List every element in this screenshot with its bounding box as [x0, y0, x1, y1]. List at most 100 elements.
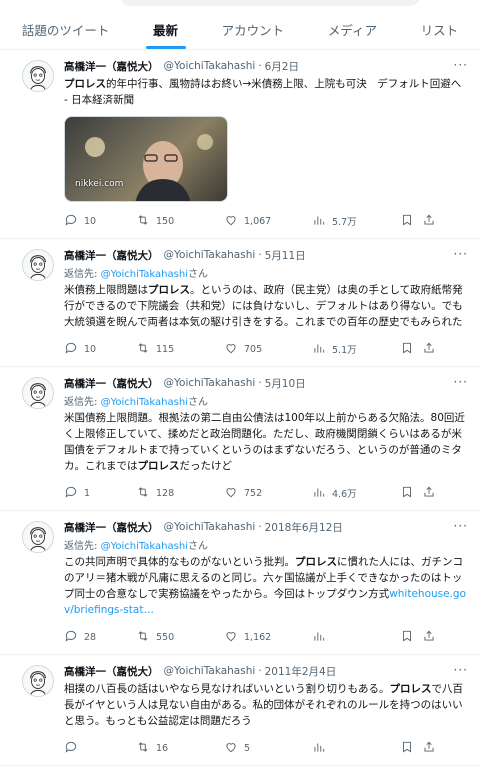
media-card[interactable]: nikkei.com [64, 116, 228, 202]
views-button[interactable] [312, 740, 400, 757]
tab-lists[interactable]: リスト [399, 10, 480, 49]
reply-button[interactable]: 1 [64, 485, 136, 502]
analytics-icon [312, 629, 332, 646]
share-button[interactable] [422, 740, 438, 757]
author-handle[interactable]: @YoichiTakahashi [164, 60, 256, 72]
tweet-header: 高橋洋一（嘉悦大） @YoichiTakahashi · 5月10日 [64, 375, 466, 391]
share-button[interactable] [422, 213, 438, 230]
like-button[interactable]: 1,067 [224, 213, 312, 230]
tweet-header: 高橋洋一（嘉悦大） @YoichiTakahashi · 5月11日 [64, 247, 466, 263]
author-name[interactable]: 高橋洋一（嘉悦大） [64, 248, 159, 263]
bookmark-button[interactable] [400, 213, 422, 230]
like-count: 1,162 [244, 631, 272, 643]
avatar[interactable] [22, 521, 54, 553]
tab-accounts[interactable]: アカウント [200, 10, 306, 49]
tweet[interactable]: ··· 高橋洋一（嘉悦大） @YoichiTakahashi · 5月11日 返信先: @… [0, 239, 480, 367]
retweet-button[interactable]: 550 [136, 629, 224, 646]
avatar[interactable] [22, 665, 54, 697]
retweet-count: 550 [156, 631, 175, 643]
avatar[interactable] [22, 377, 54, 409]
more-options-icon[interactable]: ··· [454, 247, 468, 261]
more-options-icon[interactable]: ··· [454, 519, 468, 533]
retweet-button[interactable]: 115 [136, 341, 224, 358]
reply-to-link[interactable]: @YoichiTakahashi [101, 269, 188, 280]
search-tabs: 話題のツイート 最新 アカウント メディア リスト [0, 10, 480, 50]
analytics-icon [312, 341, 332, 358]
views-button[interactable]: 4.6万 [312, 485, 400, 502]
like-button[interactable]: 752 [224, 485, 312, 502]
tweet[interactable]: ··· 高橋洋一（嘉悦大） @YoichiTakahashi · 6月2日プロレス的年中… [0, 50, 480, 239]
news-photo [85, 134, 213, 201]
analytics-icon [312, 740, 332, 757]
author-name[interactable]: 高橋洋一（嘉悦大） [64, 59, 159, 74]
tab-top[interactable]: 話題のツイート [0, 10, 131, 49]
tab-latest[interactable]: 最新 [131, 10, 200, 49]
share-button[interactable] [422, 341, 438, 358]
tweet[interactable]: ··· 高橋洋一（嘉悦大） @YoichiTakahashi · 5月10日 返信先: @… [0, 367, 480, 511]
retweet-icon [136, 341, 156, 358]
like-button[interactable]: 1,162 [224, 629, 312, 646]
author-handle[interactable]: @YoichiTakahashi [164, 377, 256, 389]
heart-icon [224, 341, 244, 358]
reply-icon [64, 213, 84, 230]
share-button[interactable] [422, 485, 438, 502]
retweet-icon [136, 740, 156, 757]
analytics-icon [312, 485, 332, 502]
retweet-button[interactable]: 150 [136, 213, 224, 230]
like-button[interactable]: 705 [224, 341, 312, 358]
author-name[interactable]: 高橋洋一（嘉悦大） [64, 520, 159, 535]
separator-dot: · [258, 60, 262, 72]
heart-icon [224, 629, 244, 646]
author-handle[interactable]: @YoichiTakahashi [164, 665, 256, 677]
author-handle[interactable]: @YoichiTakahashi [164, 521, 256, 533]
retweet-button[interactable]: 128 [136, 485, 224, 502]
bookmark-button[interactable] [400, 485, 422, 502]
share-button[interactable] [422, 629, 438, 646]
bookmark-button[interactable] [400, 629, 422, 646]
reply-to-link[interactable]: @YoichiTakahashi [101, 397, 188, 408]
more-options-icon[interactable]: ··· [454, 663, 468, 677]
more-options-icon[interactable]: ··· [454, 375, 468, 389]
reply-button[interactable]: 10 [64, 341, 136, 358]
tweet-text-pre: 米国債務上限問題。根拠法の第二自由公債法は100年以上前からある欠陥法。80回近… [64, 412, 465, 472]
like-button[interactable]: 5 [224, 740, 312, 757]
tweet[interactable]: ··· 高橋洋一（嘉悦大） @YoichiTakahashi · 2011年2月4日 相撲… [0, 655, 480, 766]
author-name[interactable]: 高橋洋一（嘉悦大） [64, 376, 159, 391]
views-button[interactable]: 5.7万 [312, 213, 400, 230]
search-pill[interactable] [120, 0, 420, 6]
reply-to-link[interactable]: @YoichiTakahashi [101, 541, 188, 552]
tweet-date[interactable]: 2011年2月4日 [265, 664, 337, 679]
tweet[interactable]: ··· 高橋洋一（嘉悦大） @YoichiTakahashi · 2018年6月12日返… [0, 511, 480, 655]
bookmark-button[interactable] [400, 740, 422, 757]
retweet-count: 128 [156, 487, 175, 499]
retweet-button[interactable]: 16 [136, 740, 224, 757]
separator-dot: · [258, 521, 262, 533]
reply-icon [64, 740, 84, 757]
avatar[interactable] [22, 60, 54, 92]
tweet-actions: 10 115 705 5.1万 [64, 332, 466, 366]
author-name[interactable]: 高橋洋一（嘉悦大） [64, 664, 159, 679]
tweet-date[interactable]: 6月2日 [265, 59, 299, 74]
reply-button[interactable]: 28 [64, 629, 136, 646]
author-handle[interactable]: @YoichiTakahashi [164, 249, 256, 261]
reply-context: 返信先: @YoichiTakahashiさん [64, 393, 466, 408]
avatar[interactable] [22, 249, 54, 281]
views-button[interactable]: 5.1万 [312, 341, 400, 358]
like-count: 5 [244, 742, 251, 754]
bookmark-icon [400, 213, 420, 230]
reply-button[interactable] [64, 740, 136, 757]
tweet-text-post: 的年中行事、風物詩はお終い→米債務上限、上院も可決 デフォルト回避へ - 日本経… [64, 78, 462, 106]
views-button[interactable] [312, 629, 400, 646]
reply-prefix: 返信先: [64, 541, 101, 552]
view-count: 5.7万 [332, 217, 357, 228]
bookmark-button[interactable] [400, 341, 422, 358]
reply-button[interactable]: 10 [64, 213, 136, 230]
tweet-date[interactable]: 5月11日 [265, 248, 306, 263]
view-count: 5.1万 [332, 345, 357, 356]
tweet-date[interactable]: 5月10日 [265, 376, 306, 391]
tweet-date[interactable]: 2018年6月12日 [265, 520, 343, 535]
more-options-icon[interactable]: ··· [454, 58, 468, 72]
view-count: 4.6万 [332, 489, 357, 500]
search-highlight: プロレス [64, 78, 106, 90]
tab-media[interactable]: メディア [306, 10, 399, 49]
